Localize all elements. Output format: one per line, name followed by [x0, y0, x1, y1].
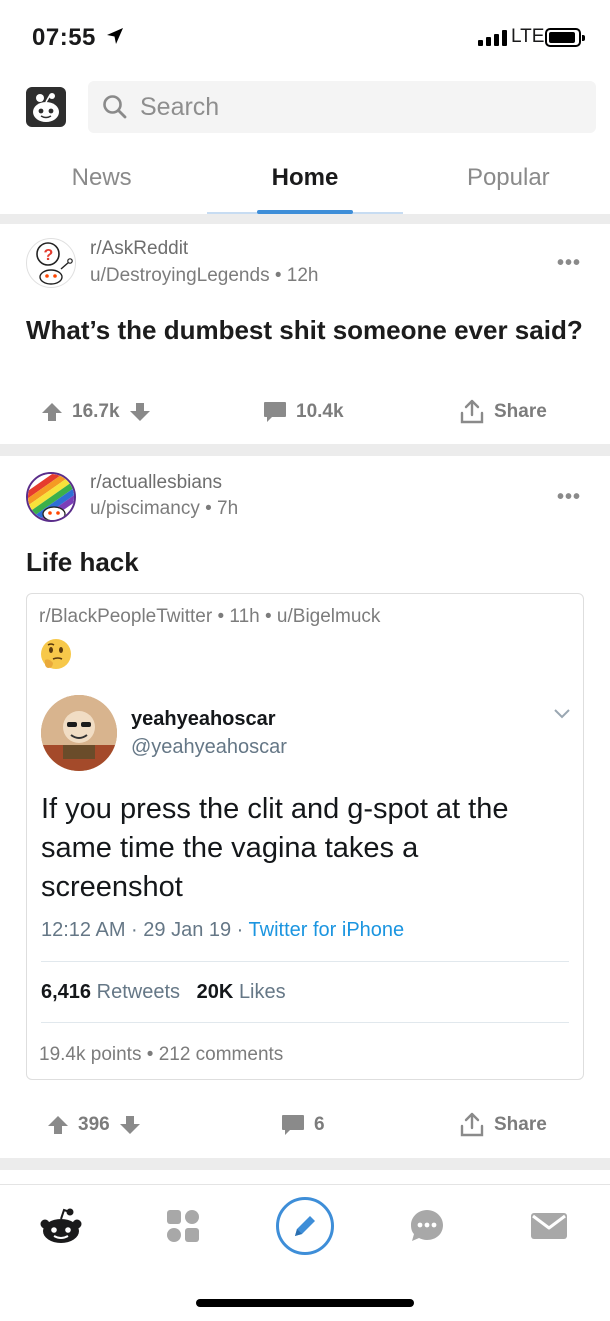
- post-age: 12h: [286, 265, 319, 286]
- downvote-icon[interactable]: [118, 1113, 142, 1137]
- post-age: 7h: [217, 498, 239, 519]
- app-logo-icon[interactable]: [26, 87, 66, 127]
- signal-icon: [478, 30, 507, 46]
- tab-news[interactable]: News: [0, 150, 203, 212]
- divider: [0, 1158, 610, 1170]
- status-bar: 07:55 LTE: [0, 0, 610, 74]
- tweet-author-handle: @yeahyeahoscar: [131, 736, 287, 758]
- crosspost-card[interactable]: r/BlackPeopleTwitter • 11h • u/Bigelmuck…: [26, 593, 584, 1080]
- tweet-author-name: yeahyeahoscar: [131, 708, 276, 730]
- comments-button[interactable]: 10.4k: [262, 400, 344, 424]
- tweet-stats: 6,416 Retweets 20K Likes: [41, 981, 286, 1004]
- comment-icon: [264, 402, 286, 422]
- tweet-author-avatar[interactable]: [41, 695, 117, 771]
- post-subreddit[interactable]: r/actuallesbians: [90, 472, 222, 494]
- share-button[interactable]: Share: [458, 1111, 547, 1139]
- tab-home[interactable]: Home: [203, 150, 406, 212]
- share-button[interactable]: Share: [458, 398, 547, 426]
- home-indicator: [196, 1299, 414, 1307]
- more-options-icon[interactable]: •••: [557, 252, 581, 275]
- divider: [0, 444, 610, 456]
- vote-group: 396: [46, 1113, 142, 1137]
- thinking-face-icon: [41, 639, 71, 669]
- crosspost-footer: 19.4k points • 212 comments: [39, 1044, 284, 1065]
- tab-popular[interactable]: Popular: [407, 150, 610, 212]
- comments-button[interactable]: 6: [280, 1113, 325, 1137]
- location-arrow-icon: [107, 28, 123, 44]
- pencil-icon: [295, 1216, 315, 1236]
- post-meta: u/DestroyingLegends • 12h: [90, 265, 319, 286]
- vote-count: 396: [78, 1114, 110, 1135]
- downvote-icon[interactable]: [128, 400, 152, 424]
- post-title[interactable]: Life hack: [26, 546, 586, 579]
- vote-count: 16.7k: [72, 401, 120, 422]
- tweet-source: Twitter for iPhone: [248, 919, 405, 941]
- crosspost-meta: r/BlackPeopleTwitter • 11h • u/Bigelmuck: [39, 606, 381, 627]
- comment-count: 6: [314, 1114, 325, 1135]
- share-icon: [460, 1112, 484, 1137]
- tweet-text: If you press the clit and g-spot at the …: [41, 793, 509, 903]
- like-count: 20K: [196, 981, 234, 1003]
- reddit-home-icon[interactable]: [36, 1201, 86, 1251]
- upvote-icon[interactable]: [40, 400, 64, 424]
- post-title[interactable]: What’s the dumbest shit someone ever sai…: [26, 314, 586, 347]
- create-post-button[interactable]: [276, 1197, 334, 1255]
- vote-group: 16.7k: [40, 400, 152, 424]
- inbox-icon[interactable]: [524, 1201, 574, 1251]
- post-actions: 396 6 Share: [0, 1105, 610, 1145]
- communities-icon[interactable]: [158, 1201, 208, 1251]
- post-author[interactable]: u/DestroyingLegends: [90, 265, 270, 286]
- chevron-down-icon: [554, 709, 570, 719]
- retweets-label: Retweets: [96, 981, 180, 1003]
- tweet-time: 12:12 AM · 29 Jan 19 ·: [41, 919, 249, 941]
- search-icon: [103, 95, 127, 119]
- crosspost-subreddit[interactable]: r/BlackPeopleTwitter: [39, 606, 212, 627]
- crosspost-points: 19.4k points: [39, 1044, 142, 1065]
- crosspost-age: 11h: [229, 606, 260, 627]
- comment-count: 10.4k: [296, 401, 344, 422]
- post-meta: u/piscimancy • 7h: [90, 498, 239, 519]
- divider: [41, 961, 569, 962]
- divider: [0, 214, 610, 224]
- retweet-count: 6,416: [41, 981, 92, 1003]
- search-input[interactable]: [140, 91, 570, 123]
- share-label: Share: [494, 401, 547, 422]
- battery-icon: [545, 28, 585, 47]
- upvote-icon[interactable]: [46, 1113, 70, 1137]
- feed-tabs: News Home Popular: [0, 150, 610, 212]
- post-subreddit[interactable]: r/AskReddit: [90, 238, 188, 260]
- share-icon: [460, 399, 484, 424]
- more-options-icon[interactable]: •••: [557, 486, 581, 509]
- likes-label: Likes: [238, 981, 286, 1003]
- comment-icon: [282, 1115, 304, 1135]
- network-type: LTE: [511, 26, 545, 47]
- tweet-timestamp: 12:12 AM · 29 Jan 19 · Twitter for iPhon…: [41, 919, 404, 942]
- crosspost-author[interactable]: u/Bigelmuck: [277, 606, 381, 627]
- svg-text:?: ?: [44, 247, 54, 264]
- post-author[interactable]: u/piscimancy: [90, 498, 200, 519]
- chat-icon[interactable]: [402, 1201, 452, 1251]
- crosspost-comments: 212 comments: [158, 1044, 284, 1065]
- divider: [41, 1022, 569, 1023]
- status-time: 07:55: [32, 24, 96, 51]
- post-actions: 16.7k 10.4k Share: [0, 392, 610, 432]
- subreddit-avatar[interactable]: [26, 472, 76, 522]
- search-bar[interactable]: [88, 81, 596, 133]
- subreddit-avatar[interactable]: ?: [26, 238, 76, 288]
- share-label: Share: [494, 1114, 547, 1135]
